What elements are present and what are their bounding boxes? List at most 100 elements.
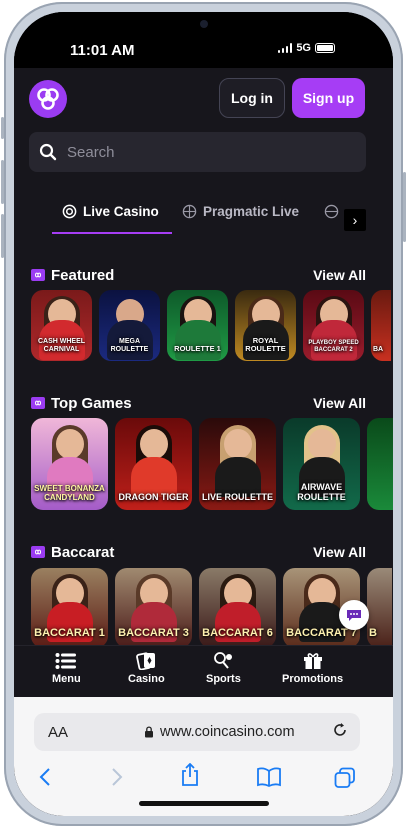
game-title: BACCARAT 3 (118, 627, 189, 640)
search-icon (39, 143, 57, 161)
address-bar[interactable]: AA www.coincasino.com (34, 713, 360, 751)
game-tile[interactable]: CASH WHEEL CARNIVAL (31, 290, 92, 361)
chat-bubble-icon (347, 610, 361, 621)
tabs-scroll-right-button[interactable]: › (344, 209, 366, 231)
live-chat-button[interactable] (339, 600, 369, 630)
bottom-navigation: Menu Casino Sports Promotions (14, 645, 393, 697)
section-infinity-icon (31, 269, 45, 281)
front-camera (199, 20, 208, 28)
chevron-right-icon: › (352, 212, 358, 228)
search-input[interactable] (67, 143, 337, 161)
game-tile[interactable]: ROULETTE 1 (167, 290, 228, 361)
tab-pragmatic-live[interactable]: Pragmatic Live (182, 204, 299, 219)
section-title: Baccarat (51, 543, 115, 561)
tab-next-partial[interactable] (324, 204, 339, 219)
login-button[interactable]: Log in (219, 78, 285, 118)
view-all-link[interactable]: View All (313, 544, 366, 560)
game-tile[interactable]: BACCARAT 1 (31, 568, 108, 648)
game-tile[interactable]: LIVE ROULETTE (199, 418, 276, 510)
text-size-button[interactable]: AA (48, 724, 68, 741)
phone-screen: 11:01 AM 5G Log in Sign up Search Live C… (14, 12, 393, 816)
section-infinity-icon (31, 546, 45, 558)
game-title: BA (373, 345, 384, 353)
url-display[interactable]: www.coincasino.com (144, 724, 295, 740)
nav-label: Promotions (282, 673, 344, 685)
menu-icon (55, 653, 77, 669)
nav-promotions[interactable]: Promotions (282, 652, 343, 685)
tabs-button[interactable] (334, 767, 356, 794)
nav-casino[interactable]: Casino (128, 652, 165, 685)
game-tile-partial[interactable] (367, 418, 393, 510)
nav-label: Casino (128, 673, 165, 685)
sports-icon (214, 652, 233, 669)
game-tile[interactable]: BACCARAT 6 (199, 568, 276, 648)
game-title: B (369, 627, 377, 640)
coincasino-logo[interactable] (29, 80, 67, 118)
chevron-right-icon (112, 768, 123, 786)
game-tile[interactable]: SWEET BONANZA CANDYLAND (31, 418, 108, 510)
status-bar: 11:01 AM 5G (14, 12, 393, 68)
nav-label: Menu (52, 673, 81, 685)
home-indicator (138, 801, 269, 806)
nav-sports[interactable]: Sports (206, 652, 241, 685)
game-title: BACCARAT 1 (34, 627, 105, 640)
section-title: Featured (51, 266, 115, 284)
game-tile[interactable]: MEGA ROULETTE (99, 290, 160, 361)
game-title: ROYAL ROULETTE (245, 336, 286, 354)
tabs-icon (334, 767, 355, 788)
power-button (403, 172, 406, 242)
tab-label: Pragmatic Live (203, 204, 300, 219)
url-text: www.coincasino.com (160, 724, 295, 740)
battery-icon (315, 43, 335, 53)
status-indicators: 5G (277, 42, 335, 54)
book-icon (257, 767, 281, 788)
game-tile[interactable]: PLAYBOY SPEED BACCARAT 2 (303, 290, 364, 361)
view-all-link[interactable]: View All (313, 267, 366, 283)
game-title: LIVE ROULETTE (201, 491, 273, 502)
nav-menu[interactable]: Menu (52, 652, 81, 685)
section-top-games-header: Top Games View All (31, 393, 366, 413)
game-title: PLAYBOY SPEED BACCARAT 2 (308, 340, 359, 353)
game-tile[interactable]: BACCARAT 3 (115, 568, 192, 648)
game-tile-partial[interactable]: BA (371, 290, 391, 361)
featured-games-row: CASH WHEEL CARNIVAL MEGA ROULETTE ROULET… (31, 290, 391, 361)
game-tile-partial[interactable]: B (367, 568, 392, 648)
cards-icon (136, 652, 156, 670)
reload-icon[interactable] (332, 722, 348, 743)
game-title: BACCARAT 7 (286, 627, 357, 640)
game-tile[interactable]: AIRWAVE ROULETTE (283, 418, 360, 510)
nav-label: Sports (206, 673, 241, 685)
back-button[interactable] (38, 767, 52, 792)
view-all-link[interactable]: View All (313, 395, 366, 411)
search-bar[interactable] (29, 132, 366, 172)
app-header: Log in Sign up (14, 68, 393, 140)
browser-toolbar: AA www.coincasino.com (14, 697, 393, 816)
bookmarks-button[interactable] (256, 767, 282, 792)
forward-button[interactable] (110, 767, 124, 792)
volume-up-button (1, 160, 4, 204)
logo-icon (37, 88, 59, 110)
category-tabs: Live Casino Pragmatic Live › (14, 192, 393, 236)
game-tile[interactable]: DRAGON TIGER (115, 418, 192, 510)
live-casino-icon (62, 204, 77, 219)
tab-live-casino[interactable]: Live Casino (62, 204, 159, 219)
signup-button[interactable]: Sign up (292, 78, 365, 118)
status-time: 11:01 AM (70, 42, 135, 59)
game-title: MEGA ROULETTE (110, 338, 149, 353)
game-title: SWEET BONANZA CANDYLAND (34, 484, 105, 502)
share-icon (182, 762, 198, 786)
app-screen: 11:01 AM 5G Log in Sign up Search Live C… (14, 12, 393, 816)
game-tile[interactable]: ROYAL ROULETTE (235, 290, 296, 361)
section-baccarat-header: Baccarat View All (31, 542, 366, 562)
phone-frame: 11:01 AM 5G Log in Sign up Search Live C… (1, 2, 406, 826)
section-title: Top Games (51, 394, 132, 412)
top-games-row: SWEET BONANZA CANDYLAND DRAGON TIGER LIV… (31, 418, 393, 510)
pragmatic-icon (182, 204, 197, 219)
baccarat-row: BACCARAT 1 BACCARAT 3 BACCARAT 6 BACCARA… (31, 568, 392, 648)
lock-icon (145, 726, 153, 738)
share-button[interactable] (180, 762, 200, 792)
mute-switch (1, 117, 4, 139)
game-title: ROULETTE 1 (174, 344, 221, 354)
active-tab-indicator (52, 232, 172, 234)
chevron-left-icon (39, 768, 50, 786)
